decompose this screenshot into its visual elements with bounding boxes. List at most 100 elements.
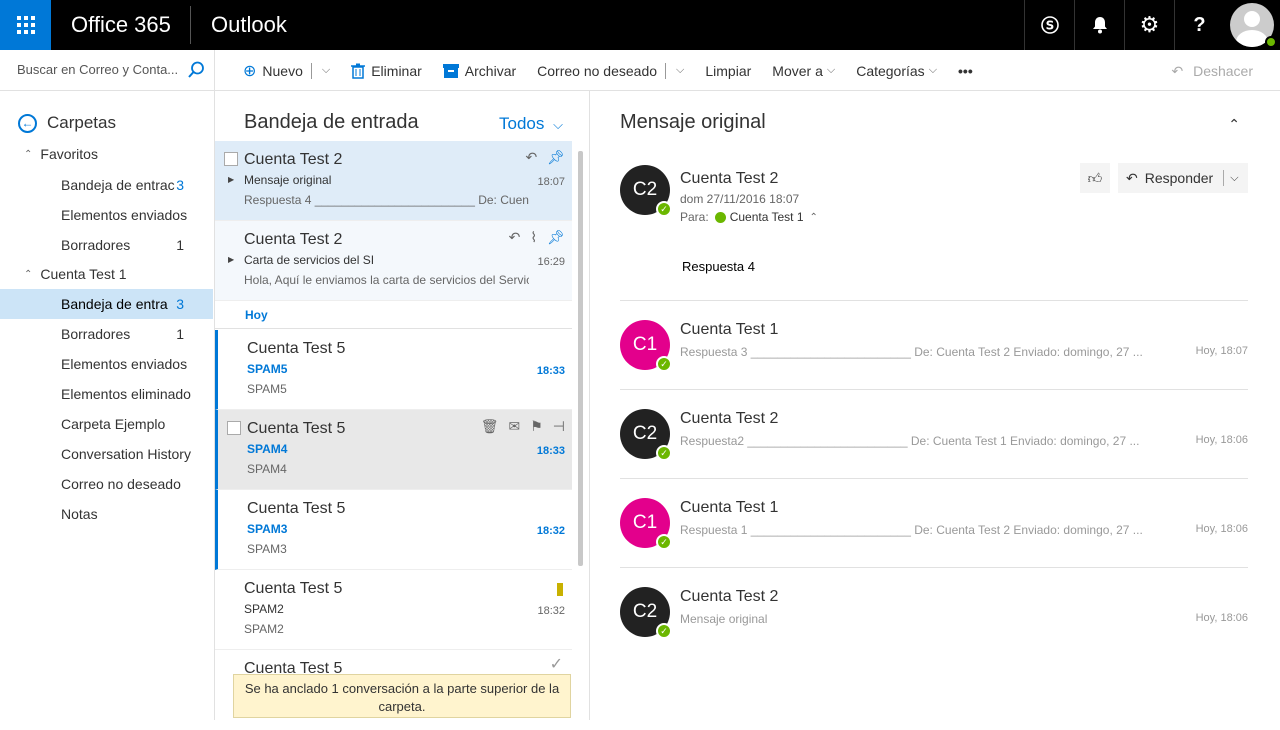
collapse-icon[interactable]: ⌃ (24, 269, 32, 280)
expanded-message: C2 ✓ Cuenta Test 2 dom 27/11/2016 18:07 P… (620, 163, 1248, 301)
thumbs-up-icon: 👍︎ (1087, 169, 1103, 186)
folders-header[interactable]: ← Carpetas (18, 113, 116, 133)
chevron-down-icon[interactable]: ⌵ (322, 64, 330, 77)
archive-button[interactable]: Archivar (442, 62, 517, 79)
chevron-down-icon[interactable]: ⌵ (676, 64, 684, 77)
recipients: Para: Cuenta Test 1 ⌃ (680, 210, 818, 224)
reading-pane: Mensaje original ⌃ C2 ✓ Cuenta Test 2 dom… (590, 91, 1280, 720)
avatar[interactable]: C2 ✓ (620, 165, 672, 217)
more-icon: ••• (958, 62, 973, 79)
search-icon[interactable] (187, 61, 205, 79)
presence-icon: ✓ (656, 201, 672, 217)
recipient-name[interactable]: Cuenta Test 1 (730, 210, 804, 224)
folder-item-example[interactable]: Carpeta Ejemplo (0, 409, 213, 439)
app-title[interactable]: Outlook (211, 12, 287, 38)
gear-icon: ⚙ (1139, 12, 1160, 37)
archive-label: Archivar (464, 62, 517, 79)
expand-icon[interactable]: ▶ (228, 175, 234, 184)
pin-icon[interactable]: 📌︎ (547, 149, 565, 166)
draft-count: 1 (176, 237, 184, 253)
select-checkbox[interactable] (224, 152, 238, 166)
thread-item[interactable]: C1 ✓ Cuenta Test 1 Respuesta 3 __________… (620, 301, 1248, 390)
chevron-down-icon[interactable]: ⌵ (1230, 172, 1238, 185)
thread-item[interactable]: C1 ✓ Cuenta Test 1 Respuesta 1 __________… (620, 479, 1248, 568)
message-item[interactable]: Cuenta Test 2 ▶ Carta de servicios del S… (215, 221, 572, 301)
reply-icon[interactable]: ↶ (525, 149, 537, 166)
select-checkbox[interactable] (227, 421, 241, 435)
scrollbar[interactable] (578, 151, 583, 566)
collapse-icon[interactable]: ⌃ (24, 149, 32, 160)
account-group[interactable]: ⌃ Cuenta Test 1 (0, 259, 213, 289)
command-bar: Buscar en Correo y Conta... ⊕ Nuevo ⌵ El… (0, 50, 1280, 91)
folder-item-inbox-favorite[interactable]: Bandeja de entrac 3 (0, 170, 213, 200)
expand-icon[interactable]: ▶ (228, 255, 234, 264)
new-label: Nuevo (262, 62, 303, 79)
delete-label: Eliminar (371, 62, 422, 79)
pin-icon[interactable]: 📌︎ (547, 229, 565, 246)
folder-item-conversation-history[interactable]: Conversation History (0, 439, 213, 469)
bell-icon (1092, 17, 1107, 34)
message-item[interactable]: Cuenta Test 5 SPAM3 SPAM3 18:32 (215, 490, 572, 570)
folder-pane: ← Carpetas ⌃ Favoritos Bandeja de entrac… (0, 91, 215, 720)
help-button[interactable]: ? (1174, 0, 1224, 50)
filter-dropdown[interactable]: Todos ⌵ (499, 114, 563, 134)
folders-title: Carpetas (47, 113, 116, 132)
message-list: Bandeja de entrada Todos ⌵ Cuenta Test 2… (215, 91, 590, 720)
message-item[interactable]: Cuenta Test 5 SPAM5 SPAM5 18:33 (215, 330, 572, 410)
undo-label: Deshacer (1193, 63, 1253, 79)
flag-icon[interactable]: ⚑ (530, 418, 543, 435)
undo-button[interactable]: ↶ Deshacer (1171, 63, 1253, 80)
folder-item-drafts-favorite[interactable]: Borradores 1 (0, 230, 213, 260)
categories-label: Categorías (856, 62, 925, 79)
reply-icon[interactable]: ↶ (509, 229, 521, 246)
folder-item-junk[interactable]: Correo no deseado (0, 469, 213, 499)
presence-icon: ✓ (656, 623, 672, 639)
reply-button[interactable]: ↶ Responder ⌵ (1118, 163, 1248, 193)
new-button[interactable]: ⊕ Nuevo ⌵ (243, 61, 330, 81)
more-button[interactable]: ••• (958, 63, 973, 79)
sweep-label: Limpiar (705, 62, 752, 79)
top-bar: Office 365 Outlook S ⚙ ? (0, 0, 1280, 50)
avatar: C2 ✓ (620, 587, 672, 639)
trash-icon (351, 63, 366, 79)
like-button[interactable]: 👍︎ (1080, 163, 1110, 193)
mark-read-icon[interactable]: ✉ (509, 418, 521, 435)
move-button[interactable]: Mover a ⌵ (772, 63, 835, 79)
folder-item-sent[interactable]: Elementos enviados (0, 349, 213, 379)
sweep-button[interactable]: Limpiar (705, 63, 751, 79)
collapse-icon[interactable]: ⌃ (810, 212, 818, 223)
categories-button[interactable]: Categorías ⌵ (856, 63, 937, 79)
message-item[interactable]: Cuenta Test 5 SPAM2 SPAM2 18:32 (215, 570, 572, 650)
message-item[interactable]: Cuenta Test 5 SPAM4 SPAM4 18:33 🗑︎ ✉ ⚑ ⊣ (215, 410, 572, 490)
sender-name[interactable]: Cuenta Test 2 (680, 170, 778, 188)
skype-icon: S (1040, 16, 1059, 34)
junk-button[interactable]: Correo no deseado ⌵ (537, 62, 684, 79)
chevron-down-icon: ⌵ (826, 64, 836, 76)
folder-item-inbox[interactable]: Bandeja de entra 3 (0, 289, 213, 319)
trash-icon[interactable]: 🗑︎ (481, 418, 499, 435)
thread-item[interactable]: C2 ✓ Cuenta Test 2 Mensaje original Hoy, … (620, 568, 1248, 657)
back-arrow-icon[interactable]: ← (18, 113, 37, 133)
folder-item-notes[interactable]: Notas (0, 499, 213, 529)
help-icon: ? (1193, 13, 1206, 36)
thread-item[interactable]: C2 ✓ Cuenta Test 2 Respuesta2 ___________… (620, 390, 1248, 479)
search-input[interactable]: Buscar en Correo y Conta... (17, 62, 178, 77)
message-item[interactable]: Cuenta Test 2 ▶ Mensaje original Respues… (215, 141, 572, 221)
pin-icon[interactable]: ⊣ (553, 418, 565, 435)
folder-item-drafts[interactable]: Borradores 1 (0, 319, 213, 349)
skype-button[interactable]: S (1024, 0, 1074, 50)
collapse-all-icon[interactable]: ⌃ (1228, 116, 1240, 133)
delete-button[interactable]: Eliminar (351, 63, 422, 79)
brand-title[interactable]: Office 365 (71, 12, 171, 38)
favorites-group[interactable]: ⌃ Favoritos (0, 139, 213, 169)
user-avatar-button[interactable] (1224, 0, 1280, 50)
notifications-button[interactable] (1074, 0, 1124, 50)
app-launcher-button[interactable] (0, 0, 51, 50)
folder-item-sent-favorite[interactable]: Elementos enviados (0, 200, 213, 230)
junk-label: Correo no deseado (537, 62, 658, 79)
folder-item-deleted[interactable]: Elementos eliminado (0, 379, 213, 409)
settings-button[interactable]: ⚙ (1124, 0, 1174, 50)
search-box[interactable]: Buscar en Correo y Conta... (0, 50, 215, 91)
archive-icon (442, 63, 459, 78)
presence-icon: ✓ (656, 534, 672, 550)
